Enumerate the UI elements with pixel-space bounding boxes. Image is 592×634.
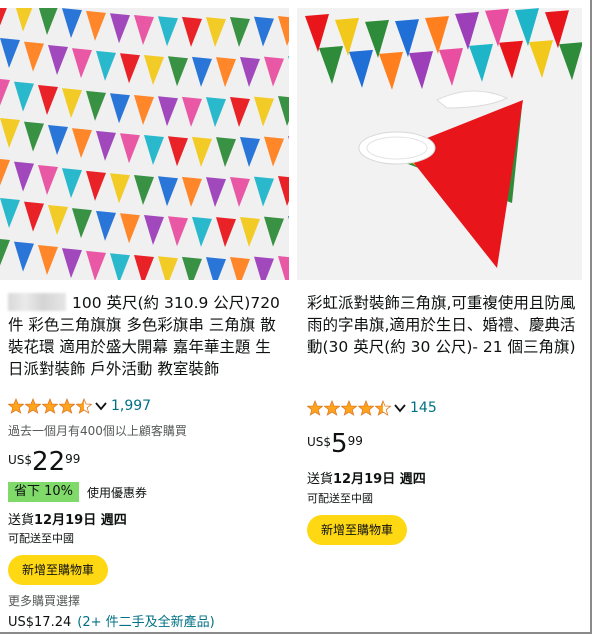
product-title-1[interactable]: 100 英尺(約 310.9 公尺)720 件 彩色三角旗旗 多色彩旗串 三角旗… (8, 292, 284, 380)
star-rating-1[interactable] (8, 398, 93, 414)
star-icon (76, 398, 92, 414)
product-image-1[interactable] (0, 8, 289, 280)
rating-count-2[interactable]: 145 (410, 400, 437, 416)
rating-row-1[interactable]: 1,997 (8, 398, 151, 414)
product-card-2: 彩虹派對裝飾三角旗,可重複使用且防風雨的字串旗,適用於生日、婚禮、慶典活動(30… (297, 8, 582, 632)
price-fraction: 99 (65, 452, 81, 466)
delivery-date: 12月19日 週四 (333, 472, 426, 487)
bought-in-past-month: 過去一個月有400個以上顧客購買 (8, 424, 187, 438)
delivery-date-1: 送貨12月19日 週四 (8, 509, 127, 528)
star-icon (341, 400, 357, 416)
star-icon (358, 400, 374, 416)
coupon-text: 使用優惠券 (87, 485, 148, 500)
star-icon (25, 398, 41, 414)
used-offers-link[interactable]: (2+ 件二手及全新產品) (77, 615, 214, 630)
add-to-cart-button-1[interactable]: 新增至購物車 (8, 555, 108, 585)
price-currency: US$ (307, 435, 332, 449)
used-offers-row: US$17.24 (2+ 件二手及全新產品) (8, 611, 215, 630)
star-icon (375, 400, 391, 416)
more-buying-choices: 更多購買選擇 (8, 594, 81, 608)
results-frame: 100 英尺(約 310.9 公尺)720 件 彩色三角旗旗 多色彩旗串 三角旗… (0, 0, 592, 634)
ships-to-1: 可配送至中國 (8, 532, 74, 545)
delivery-prefix: 送貨 (307, 472, 334, 487)
product-card-1: 100 英尺(約 310.9 公尺)720 件 彩色三角旗旗 多色彩旗串 三角旗… (0, 8, 289, 632)
star-rating-2[interactable] (307, 400, 392, 416)
rating-row-2[interactable]: 145 (307, 400, 437, 416)
price-1[interactable]: US$ 22 99 (8, 448, 80, 476)
add-to-cart-button-2[interactable]: 新增至購物車 (307, 515, 407, 545)
delivery-date-2: 送貨12月19日 週四 (307, 468, 426, 487)
coupon-badge: 省下 10% (8, 482, 80, 502)
star-icon (8, 398, 24, 414)
coupon-row: 省下 10% 使用優惠券 (8, 482, 147, 502)
pennant-banner-image (0, 8, 289, 280)
price-currency: US$ (8, 453, 33, 467)
price-whole: 5 (331, 429, 348, 459)
delivery-date: 12月19日 週四 (34, 513, 127, 528)
star-icon (324, 400, 340, 416)
price-2[interactable]: US$ 5 99 (307, 430, 363, 458)
rating-count-1[interactable]: 1,997 (111, 398, 151, 414)
product-image-2[interactable] (297, 8, 582, 280)
star-icon (307, 400, 323, 416)
price-fraction: 99 (347, 434, 363, 448)
used-price: US$17.24 (8, 615, 72, 630)
star-icon (59, 398, 75, 414)
chevron-down-icon[interactable] (95, 401, 107, 411)
delivery-prefix: 送貨 (8, 513, 35, 528)
chevron-down-icon[interactable] (394, 403, 406, 413)
star-icon (42, 398, 58, 414)
redacted-brand (8, 293, 66, 311)
ships-to-2: 可配送至中國 (307, 492, 373, 505)
product-title-2[interactable]: 彩虹派對裝飾三角旗,可重複使用且防風雨的字串旗,適用於生日、婚禮、慶典活動(30… (307, 292, 577, 358)
rainbow-pennant-image (297, 8, 582, 280)
price-whole: 22 (32, 447, 66, 477)
